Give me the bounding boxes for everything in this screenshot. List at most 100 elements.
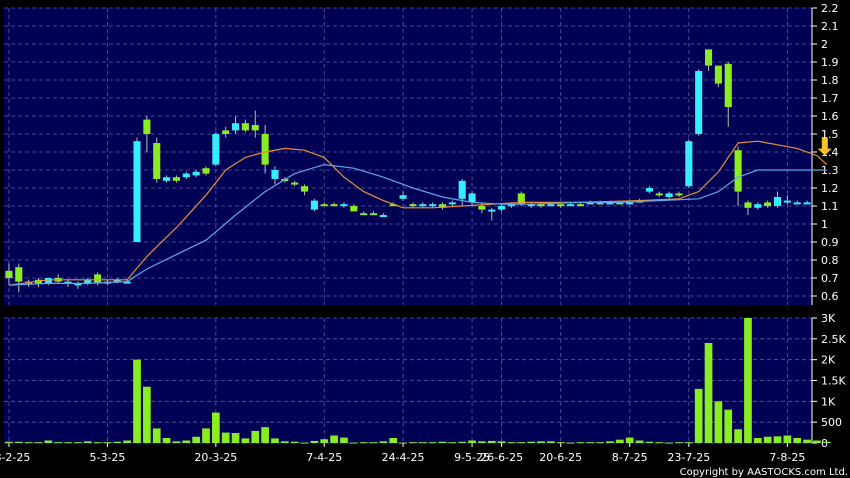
- candle-body: [350, 206, 358, 212]
- volume-bar: [724, 409, 733, 443]
- candle-body: [557, 204, 565, 207]
- copyright-text: Copyright by AASTOCKS.com Ltd.: [680, 467, 848, 478]
- candle-body: [369, 213, 378, 216]
- price-tick-label: 1: [821, 218, 828, 231]
- volume-tick-label: 3K: [821, 312, 836, 325]
- volume-bar: [566, 442, 575, 444]
- candle-body: [182, 173, 190, 178]
- price-tick-label: 2.2: [821, 2, 839, 15]
- volume-bar: [734, 429, 742, 443]
- candle-body: [685, 141, 693, 187]
- candle-body: [645, 188, 653, 192]
- candle-body: [468, 193, 476, 203]
- volume-bar: [517, 442, 526, 444]
- candle-body: [5, 270, 13, 278]
- volume-bar: [379, 441, 388, 443]
- price-tick-label: 2: [821, 38, 828, 51]
- candle-body: [429, 204, 437, 207]
- price-panel: 2.22.121.91.81.71.61.51.41.31.21.110.90.…: [4, 2, 839, 305]
- volume-bar: [182, 440, 191, 443]
- volume-tick-label: 500: [821, 416, 842, 429]
- volume-bar: [202, 428, 210, 443]
- volume-bar: [133, 359, 141, 443]
- volume-bar: [537, 441, 545, 443]
- volume-bar: [418, 442, 427, 444]
- volume-bar: [428, 442, 437, 444]
- volume-bar: [162, 438, 171, 443]
- price-tick-label: 1.9: [821, 56, 839, 69]
- candle-body: [773, 197, 782, 206]
- volume-bar: [744, 318, 752, 443]
- volume-bar: [221, 432, 230, 443]
- candle-body: [547, 204, 555, 207]
- volume-bar: [261, 427, 269, 443]
- volume-bar: [438, 441, 447, 443]
- volume-bar: [290, 441, 299, 443]
- x-tick-label: 20-6-25: [539, 451, 582, 464]
- candle-body: [261, 134, 269, 165]
- volume-bar: [192, 436, 200, 443]
- volume-bar: [83, 441, 92, 443]
- volume-bar: [576, 442, 585, 444]
- volume-bar: [586, 442, 595, 444]
- volume-bar: [14, 441, 23, 443]
- volume-bar: [44, 440, 53, 443]
- volume-bar: [74, 442, 82, 444]
- x-tick-label: 7-4-25: [306, 451, 342, 464]
- volume-bar: [340, 437, 348, 443]
- volume-bar: [359, 442, 368, 444]
- volume-bar: [251, 430, 260, 443]
- candle-body: [409, 204, 417, 207]
- candle-body: [153, 143, 161, 179]
- volume-bar: [330, 435, 338, 443]
- volume-bar: [773, 436, 782, 443]
- volume-bar: [694, 388, 703, 443]
- volume-bar: [280, 441, 289, 443]
- candle-body: [744, 202, 752, 208]
- price-tick-label: 1.6: [821, 110, 839, 123]
- volume-bar: [507, 442, 516, 444]
- candle-body: [803, 202, 811, 205]
- volume-bar: [606, 441, 614, 443]
- volume-bar: [468, 440, 476, 443]
- x-axis: 18-2-255-3-2520-3-257-4-2524-4-259-5-252…: [0, 443, 805, 464]
- candle-body: [310, 200, 318, 210]
- candle-body: [764, 202, 772, 206]
- volume-bar: [822, 441, 831, 443]
- candle-body: [576, 204, 584, 207]
- volume-bar: [625, 437, 634, 443]
- volume-bar: [635, 440, 644, 443]
- volume-bar: [655, 442, 664, 444]
- volume-bar: [616, 439, 624, 443]
- x-tick-label: 5-3-25: [89, 451, 125, 464]
- candle-body: [222, 130, 230, 134]
- volume-bar: [478, 441, 486, 443]
- candle-body: [793, 202, 801, 205]
- volume-tick-label: 0: [821, 437, 828, 450]
- candle-body: [212, 134, 220, 165]
- volume-bar: [152, 428, 161, 443]
- x-tick-label: 26-6-25: [480, 451, 523, 464]
- volume-tick-label: 2K: [821, 354, 836, 367]
- price-tick-label: 1.2: [821, 182, 839, 195]
- candle-body: [340, 204, 348, 207]
- volume-tick-label: 1.5K: [821, 375, 846, 388]
- volume-bar: [596, 442, 604, 444]
- x-tick-label: 24-4-25: [382, 451, 425, 464]
- stock-chart: 2.2 2.1 2 1.9 1.8 1.7 1.6 1.5 1.4 1.3 1.2 1.1 1 0.9 0.…: [0, 0, 850, 478]
- price-tick-label: 1.8: [821, 74, 839, 87]
- candle-body: [458, 180, 466, 199]
- candle-body: [675, 193, 683, 196]
- price-tick-label: 1.1: [821, 200, 839, 213]
- candle-body: [478, 206, 486, 210]
- candle-body: [724, 63, 732, 107]
- price-tick-label: 0.8: [821, 254, 839, 267]
- candle-body: [94, 274, 102, 284]
- volume-bar: [527, 441, 536, 443]
- candle-body: [734, 150, 742, 192]
- candle-body: [320, 204, 328, 207]
- candle-body: [655, 193, 663, 196]
- candle-body: [143, 119, 151, 134]
- volume-bar: [409, 442, 417, 444]
- volume-bar: [93, 442, 102, 444]
